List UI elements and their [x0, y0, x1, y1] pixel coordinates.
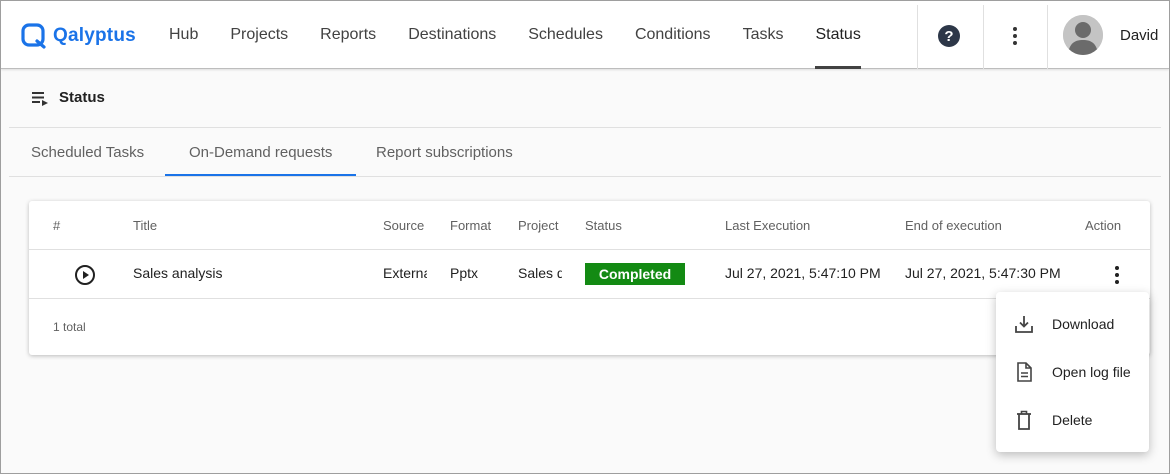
divider	[9, 127, 1161, 128]
row-action-menu: Download Open log file Delete	[996, 292, 1149, 452]
row-end-of-execution: Jul 27, 2021, 5:47:30 PM	[905, 265, 1061, 281]
tab-on-demand-requests[interactable]: On-Demand requests	[164, 129, 357, 176]
tab-scheduled-tasks[interactable]: Scheduled Tasks	[31, 129, 144, 175]
requests-table: # Title Source Format Project Status Las…	[29, 201, 1150, 355]
nav-item-label: Reports	[320, 26, 377, 43]
divider	[29, 298, 1150, 299]
column-header[interactable]: Status	[585, 218, 622, 233]
nav-item-conditions[interactable]: Conditions	[619, 1, 727, 69]
nav-item-label: Status	[815, 26, 861, 43]
row-project: Sales dashboard	[518, 265, 562, 281]
divider	[1047, 5, 1048, 69]
nav-item-label: Schedules	[528, 26, 603, 43]
playlist-play-icon	[32, 91, 48, 106]
avatar[interactable]	[1063, 15, 1103, 55]
column-header[interactable]: Format	[450, 218, 491, 233]
status-badge: Completed	[585, 263, 685, 285]
help-icon[interactable]: ?	[938, 25, 960, 47]
nav-item-projects[interactable]: Projects	[214, 1, 304, 69]
row-source: External	[383, 265, 427, 281]
tab-report-subscriptions[interactable]: Report subscriptions	[376, 129, 513, 175]
nav-item-label: Projects	[230, 26, 289, 43]
help-button-label: ?	[944, 27, 954, 45]
row-title: Sales analysis	[133, 265, 223, 281]
tab-label: Scheduled Tasks	[31, 143, 145, 161]
main-nav: Hub Projects Reports Destinations Schedu…	[153, 1, 877, 69]
row-last-execution: Jul 27, 2021, 5:47:10 PM	[725, 265, 881, 281]
nav-item-destinations[interactable]: Destinations	[392, 1, 512, 69]
user-name[interactable]: David	[1120, 27, 1158, 44]
tab-label: On-Demand requests	[189, 143, 333, 161]
menu-item-label: Delete	[1052, 412, 1093, 428]
play-circle-icon[interactable]	[74, 264, 96, 286]
menu-item-download[interactable]: Download	[996, 300, 1149, 348]
column-header[interactable]: End of execution	[905, 218, 1002, 233]
column-header[interactable]: Source	[383, 218, 424, 233]
row-count: 1 total	[53, 320, 86, 334]
divider	[9, 176, 1161, 177]
brand-logo[interactable]: Qalyptus	[21, 23, 136, 49]
column-header: Action	[1085, 218, 1122, 233]
column-header[interactable]: Project	[518, 218, 558, 233]
user-avatar-icon	[1063, 15, 1103, 55]
divider	[983, 5, 984, 69]
menu-item-label: Download	[1052, 316, 1115, 332]
download-icon	[1015, 316, 1033, 333]
nav-item-reports[interactable]: Reports	[304, 1, 392, 69]
column-header[interactable]: Last Execution	[725, 218, 810, 233]
menu-item-label: Open log file	[1052, 364, 1131, 380]
nav-item-label: Destinations	[408, 26, 497, 43]
brand-name: Qalyptus	[53, 25, 136, 46]
page-header: Status	[31, 89, 105, 106]
more-vertical-icon[interactable]	[1109, 264, 1125, 286]
trash-icon	[1017, 410, 1031, 430]
nav-item-label: Tasks	[742, 26, 784, 43]
divider	[29, 249, 1150, 250]
nav-item-status[interactable]: Status	[799, 1, 876, 69]
nav-item-tasks[interactable]: Tasks	[727, 1, 800, 69]
status-label: Completed	[598, 266, 672, 282]
more-vertical-icon[interactable]	[1007, 25, 1023, 47]
menu-item-open-log-file[interactable]: Open log file	[996, 348, 1149, 396]
tab-label: Report subscriptions	[376, 143, 513, 161]
nav-item-label: Hub	[169, 26, 199, 43]
top-navbar: Qalyptus Hub Projects Reports Destinatio…	[1, 1, 1169, 69]
divider	[917, 5, 918, 69]
nav-item-hub[interactable]: Hub	[153, 1, 214, 69]
nav-item-label: Conditions	[634, 26, 711, 43]
page-title: Status	[59, 89, 105, 106]
column-header[interactable]: Title	[133, 218, 157, 233]
nav-item-schedules[interactable]: Schedules	[512, 1, 619, 69]
app-window: Qalyptus Hub Projects Reports Destinatio…	[0, 0, 1170, 474]
file-document-icon	[1017, 362, 1032, 382]
qalyptus-logo-icon	[21, 23, 46, 49]
menu-item-delete[interactable]: Delete	[996, 396, 1149, 444]
row-format: Pptx	[450, 265, 479, 281]
column-header: #	[53, 218, 61, 233]
